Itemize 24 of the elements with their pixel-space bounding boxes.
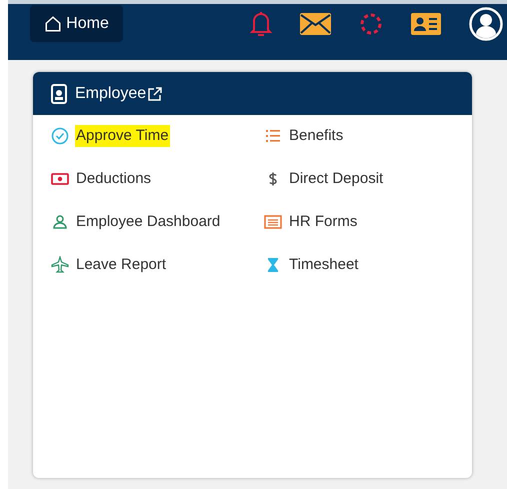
menu-link[interactable]: Leave Report [75,254,168,276]
menu-link[interactable]: Benefits [288,124,344,148]
list-icon [264,127,282,145]
person-icon [51,213,69,231]
banknote-icon [51,170,69,188]
menu-link[interactable]: Direct Deposit [288,168,384,190]
id-card-icon[interactable] [411,13,441,35]
lifebuoy-icon[interactable] [359,12,383,36]
airplane-icon [51,256,69,274]
user-avatar-icon[interactable] [469,7,503,41]
form-icon [264,213,282,231]
menu-link[interactable]: Deductions [75,168,152,190]
card-title[interactable]: Employee [75,82,146,106]
notification-bell-icon[interactable] [250,10,272,38]
home-icon [44,14,62,32]
badge-icon [51,84,67,104]
check-circle-icon [51,127,69,145]
external-link-icon[interactable] [148,86,162,100]
menu-link[interactable]: Timesheet [288,254,360,276]
menu-link[interactable]: HR Forms [288,210,358,234]
menu-link[interactable]: Approve Time [75,124,170,148]
home-button[interactable]: Home [30,5,123,42]
menu-link[interactable]: Employee Dashboard [75,210,222,234]
envelope-icon[interactable] [300,13,331,35]
